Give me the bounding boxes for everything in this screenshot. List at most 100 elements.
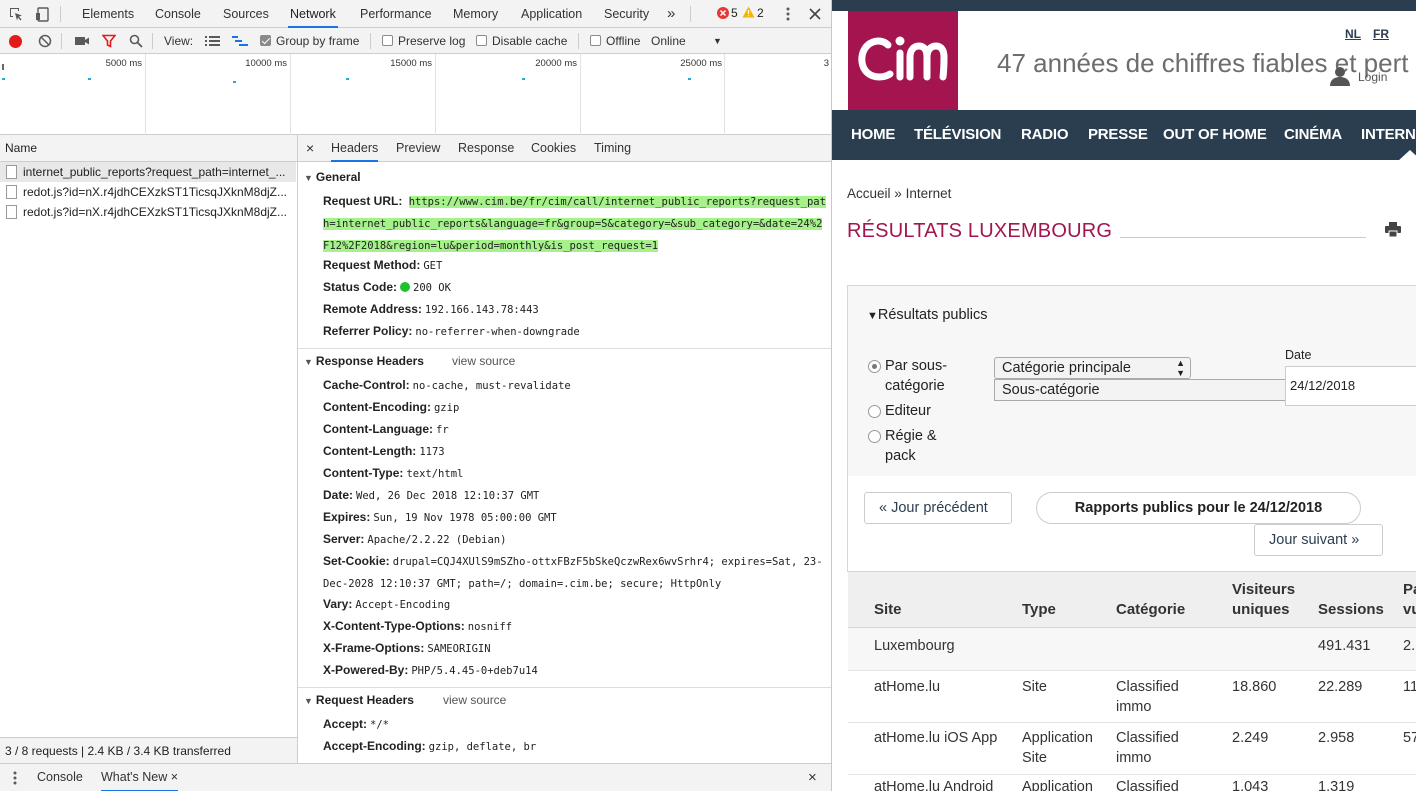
tab-performance[interactable]: Performance <box>358 0 434 28</box>
header-row: Expires: Sun, 19 Nov 1978 05:00:00 GMT <box>323 510 557 524</box>
tab-elements[interactable]: Elements <box>80 0 136 28</box>
print-icon[interactable] <box>1385 222 1401 240</box>
lang-nl-link[interactable]: NL <box>1345 27 1361 41</box>
chevron-down-icon: ▼ <box>713 36 722 46</box>
triangle-down-icon: ▼ <box>867 310 878 322</box>
column-header-unique-visitors[interactable]: Visiteurs uniques <box>1232 580 1307 620</box>
header-row: Accept: */* <box>323 717 389 731</box>
close-drawer-icon[interactable]: × <box>808 764 817 791</box>
request-row[interactable]: internet_public_reports?request_path=int… <box>0 162 296 182</box>
nav-item-television[interactable]: TÉLÉVISION <box>914 110 1001 160</box>
tab-security[interactable]: Security <box>602 0 651 28</box>
error-count[interactable]: 5 <box>731 6 738 20</box>
view-source-link[interactable]: view source <box>443 693 506 707</box>
view-source-link[interactable]: view source <box>452 354 515 368</box>
kebab-menu-icon[interactable] <box>779 5 797 23</box>
tab-preview[interactable]: Preview <box>396 135 440 162</box>
record-icon[interactable] <box>9 35 22 48</box>
public-reports-button[interactable]: Rapports publics pour le 24/12/2018 <box>1036 492 1361 524</box>
table-row: Luxembourg 491.431 2. <box>848 628 1416 671</box>
drawer-tab-whats-new[interactable]: What's New × <box>101 764 179 791</box>
drawer-tab-bar: Console What's New × × <box>0 763 831 791</box>
tab-timing[interactable]: Timing <box>594 135 631 162</box>
close-tab-icon[interactable]: × <box>171 770 178 784</box>
close-detail-icon[interactable]: × <box>306 135 314 162</box>
date-input[interactable]: 24/12/2018 <box>1285 366 1416 406</box>
nav-item-presse[interactable]: PRESSE <box>1088 110 1148 160</box>
active-nav-indicator <box>1398 150 1416 161</box>
nav-item-cinema[interactable]: CINÉMA <box>1284 110 1342 160</box>
tab-application[interactable]: Application <box>519 0 584 28</box>
tab-response[interactable]: Response <box>458 135 514 162</box>
tab-network[interactable]: Network <box>288 0 338 28</box>
more-tabs-button[interactable]: » <box>665 0 677 28</box>
lang-fr-link[interactable]: FR <box>1373 27 1389 41</box>
device-toolbar-icon[interactable] <box>33 5 51 23</box>
previous-day-button[interactable]: « Jour précédent <box>864 492 1012 524</box>
network-overview-timeline[interactable]: 5000 ms 10000 ms 15000 ms 20000 ms 25000… <box>0 54 831 135</box>
nav-item-out-of-home[interactable]: OUT OF HOME <box>1163 110 1267 160</box>
view-label: View: <box>164 34 194 48</box>
header-row: Cache-Control: no-cache, must-revalidate <box>323 378 571 392</box>
nav-item-radio[interactable]: RADIO <box>1021 110 1069 160</box>
close-devtools-icon[interactable] <box>806 5 824 23</box>
radio-regie-pack[interactable]: Régie & pack <box>868 426 958 466</box>
preserve-log-checkbox[interactable]: Preserve log <box>382 28 465 54</box>
column-header-page-views[interactable]: Pa vu <box>1403 580 1416 620</box>
triangle-down-icon: ▼ <box>304 357 313 367</box>
breadcrumb-current[interactable]: Internet <box>906 186 952 201</box>
warning-count[interactable]: 2 <box>757 6 764 20</box>
filter-icon[interactable] <box>100 32 118 50</box>
triangle-down-icon: ▼ <box>304 696 313 706</box>
request-row[interactable]: redot.js?id=nX.r4jdhCEXzkST1TicsqJXknM8d… <box>0 202 296 222</box>
radio-sub-category[interactable]: Par sous-catégorie <box>868 356 978 396</box>
timeline-tick: 5000 ms <box>105 58 142 69</box>
error-icon[interactable] <box>717 7 729 19</box>
name-column-header[interactable]: Name <box>0 135 297 162</box>
list-view-icon[interactable] <box>203 32 221 50</box>
network-toolbar: View: Group by frame Preserve log Disabl… <box>0 28 831 54</box>
user-icon[interactable] <box>1329 66 1351 89</box>
breadcrumb-home-link[interactable]: Accueil <box>847 186 891 201</box>
general-section-toggle[interactable]: ▼ General <box>304 170 361 184</box>
public-results-toggle[interactable]: ▼Résultats publics <box>867 307 988 323</box>
response-headers-section-toggle[interactable]: ▼ Response Headers <box>304 354 424 368</box>
group-by-frame-checkbox[interactable]: Group by frame <box>260 28 359 54</box>
tab-cookies[interactable]: Cookies <box>531 135 576 162</box>
nav-item-home[interactable]: HOME <box>851 110 895 160</box>
next-day-button[interactable]: Jour suivant » <box>1254 524 1383 556</box>
column-header-site[interactable]: Site <box>874 600 902 620</box>
header-row: X-Content-Type-Options: nosniff <box>323 619 513 633</box>
offline-checkbox[interactable]: Offline <box>590 28 640 54</box>
search-icon[interactable] <box>127 32 145 50</box>
column-header-category[interactable]: Catégorie <box>1116 600 1185 620</box>
site-top-bar <box>832 0 1416 11</box>
sub-category-select[interactable]: Sous-catégorie <box>994 379 1294 401</box>
waterfall-view-icon[interactable] <box>231 32 249 50</box>
screenshot-camera-icon[interactable] <box>73 32 91 50</box>
drawer-menu-icon[interactable] <box>6 769 24 787</box>
devtools-panel: Elements Console Sources Network Perform… <box>0 0 832 791</box>
main-category-select[interactable]: Catégorie principale ▲ ▼ <box>994 357 1191 379</box>
column-header-sessions[interactable]: Sessions <box>1318 600 1384 620</box>
document-icon <box>6 185 17 199</box>
drawer-tab-console[interactable]: Console <box>37 764 83 791</box>
cim-logo[interactable] <box>848 11 958 110</box>
clear-icon[interactable] <box>36 32 54 50</box>
throttle-select[interactable]: Online ▼ <box>651 28 726 54</box>
inspect-element-icon[interactable] <box>7 5 25 23</box>
tab-headers[interactable]: Headers <box>331 135 378 162</box>
request-row[interactable]: redot.js?id=nX.r4jdhCEXzkST1TicsqJXknM8d… <box>0 182 296 202</box>
radio-editeur[interactable]: Editeur <box>868 401 978 421</box>
header-row: Date: Wed, 26 Dec 2018 12:10:37 GMT <box>323 488 540 502</box>
tab-console[interactable]: Console <box>153 0 203 28</box>
column-header-type[interactable]: Type <box>1022 600 1056 620</box>
login-link[interactable]: Login <box>1358 70 1387 84</box>
disable-cache-checkbox[interactable]: Disable cache <box>476 28 567 54</box>
tab-sources[interactable]: Sources <box>221 0 271 28</box>
request-headers-section-toggle[interactable]: ▼ Request Headers <box>304 693 414 707</box>
breadcrumb: Accueil » Internet <box>847 186 952 201</box>
warning-icon[interactable] <box>742 6 755 21</box>
tab-memory[interactable]: Memory <box>451 0 500 28</box>
header-row: Remote Address: 192.166.143.78:443 <box>323 302 539 316</box>
